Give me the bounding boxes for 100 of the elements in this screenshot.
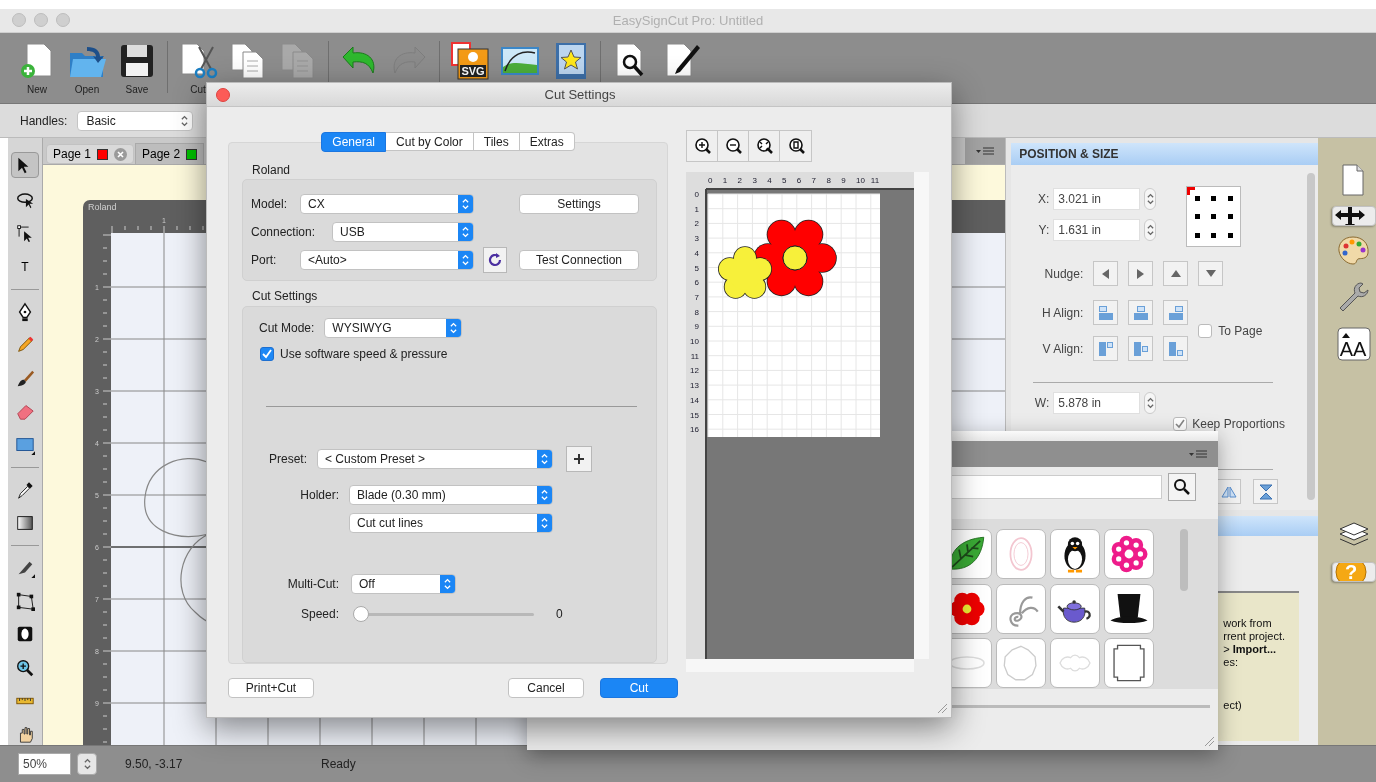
tab[interactable]: Tiles — [473, 132, 520, 151]
cut-button[interactable]: Cut — [600, 678, 678, 698]
panel-menu-button[interactable] — [965, 138, 1006, 165]
ruler-number: 12 — [690, 366, 699, 376]
align-icon — [1133, 341, 1148, 356]
dropdown[interactable]: Off — [351, 574, 456, 594]
test-connection-button[interactable]: Test Connection — [519, 250, 639, 270]
dropdown[interactable]: WYSIWYG — [324, 318, 463, 338]
flip-button[interactable] — [1216, 479, 1242, 505]
arrow-tool[interactable] — [11, 152, 39, 179]
menu-icon[interactable] — [1188, 449, 1208, 459]
search-button[interactable] — [1168, 473, 1196, 501]
nudge-button[interactable] — [1198, 261, 1224, 287]
checkbox[interactable] — [1198, 323, 1213, 338]
page-tab[interactable]: Page 1 — [45, 144, 134, 165]
cancel-button[interactable]: Cancel — [508, 678, 584, 698]
up-down-chevron-icon — [461, 197, 470, 211]
zoom-stepper[interactable] — [77, 753, 97, 776]
cursor-coordinates: 9.50, -3.17 — [125, 757, 184, 772]
field-label: Port: — [251, 253, 277, 267]
field-label: Y: — [1037, 223, 1050, 238]
window-control-dot[interactable] — [56, 13, 70, 28]
ruler-number: 4 — [767, 176, 772, 185]
checkbox[interactable] — [260, 347, 274, 361]
align-button[interactable] — [1163, 336, 1189, 362]
nudge-button[interactable] — [1093, 261, 1119, 287]
tab[interactable]: General — [321, 132, 387, 152]
handles-dropdown[interactable]: Basic — [77, 110, 194, 131]
tab[interactable]: Extras — [519, 132, 575, 151]
zoom-field[interactable]: 50% — [18, 753, 71, 776]
dropdown[interactable]: Blade (0.30 mm) — [349, 485, 553, 505]
shape-tile[interactable] — [1104, 583, 1154, 634]
open-button[interactable]: Open — [64, 40, 110, 95]
align-button[interactable] — [1093, 300, 1119, 326]
shape-tile[interactable] — [1104, 529, 1154, 579]
nudge-button[interactable] — [1163, 261, 1189, 287]
close-icon[interactable] — [114, 147, 127, 161]
plus-icon — [573, 453, 585, 465]
close-button[interactable] — [216, 87, 230, 102]
shape-tile[interactable] — [1050, 638, 1100, 689]
resize-grip-icon[interactable] — [1204, 736, 1215, 747]
side-tab[interactable] — [1332, 206, 1376, 227]
side-tab[interactable]: AA — [1332, 324, 1376, 365]
stepper[interactable] — [1144, 188, 1157, 211]
dropdown[interactable]: CX — [300, 194, 474, 214]
dropdown[interactable]: <Auto> — [300, 250, 474, 270]
shape-tile[interactable] — [996, 583, 1046, 634]
align-button[interactable] — [1128, 336, 1154, 362]
shape-tile[interactable] — [996, 638, 1046, 689]
slider-thumb[interactable] — [353, 606, 369, 622]
ruler-number: 10 — [856, 176, 865, 185]
preview-scroll-track[interactable] — [686, 659, 914, 672]
shape-tile[interactable] — [1104, 638, 1154, 689]
window-control-dot[interactable] — [34, 13, 48, 28]
input-field[interactable]: 3.021 in — [1053, 188, 1141, 211]
window-control-dot[interactable] — [12, 13, 26, 28]
triangle-arrow-icon — [1102, 268, 1110, 279]
settings-button[interactable]: Settings — [519, 194, 639, 214]
dropdown[interactable]: Cut cut lines — [349, 513, 553, 533]
input-field[interactable]: 1.631 in — [1053, 219, 1141, 242]
new-button[interactable]: New — [14, 40, 60, 95]
align-icon — [1098, 305, 1113, 320]
scrollbar[interactable] — [1180, 529, 1188, 591]
flip-button[interactable] — [1253, 479, 1279, 505]
stepper[interactable] — [1144, 219, 1157, 242]
input-field[interactable]: 5.878 in — [1053, 392, 1141, 415]
anchor-point-grid[interactable] — [1186, 186, 1242, 248]
text-tool[interactable]: T — [11, 255, 39, 278]
save-button[interactable]: Save — [114, 40, 160, 95]
add-preset-button[interactable] — [566, 446, 592, 472]
align-icon — [1098, 341, 1113, 356]
scrollbar[interactable] — [1307, 173, 1316, 501]
speed-slider[interactable] — [355, 605, 534, 623]
print-cut-button[interactable]: Print+Cut — [228, 678, 314, 698]
import-svg-button[interactable]: SVG — [447, 40, 493, 81]
ruler-number: 0 — [694, 190, 699, 199]
shape-tile[interactable] — [1050, 529, 1100, 579]
shape-tile[interactable] — [996, 529, 1046, 579]
check-icon — [262, 349, 272, 359]
page-tab[interactable]: Page 2 — [135, 143, 205, 165]
group-label: Roland — [251, 162, 292, 179]
resize-grip-icon[interactable] — [937, 703, 948, 714]
align-button[interactable] — [1128, 300, 1154, 326]
preview-scroll-track[interactable] — [914, 172, 929, 659]
ruler-number: 11 — [870, 176, 880, 185]
stepper[interactable] — [1144, 392, 1157, 415]
cut-button[interactable]: Cut — [175, 40, 221, 95]
dropdown[interactable]: USB — [332, 222, 474, 242]
handles-label: Handles: — [20, 113, 68, 128]
align-button[interactable] — [1163, 300, 1189, 326]
ruler-number: 3 — [752, 176, 757, 185]
refresh-button[interactable] — [483, 247, 507, 273]
tab[interactable]: Cut by Color — [386, 132, 474, 151]
align-button[interactable] — [1093, 336, 1119, 362]
ruler-number: 11 — [690, 351, 699, 361]
up-down-chevron-icon — [1145, 396, 1155, 411]
checkbox[interactable] — [1173, 417, 1188, 432]
shape-tile[interactable] — [1050, 583, 1100, 634]
nudge-button[interactable] — [1128, 261, 1154, 287]
dropdown[interactable]: < Custom Preset > — [317, 449, 553, 469]
